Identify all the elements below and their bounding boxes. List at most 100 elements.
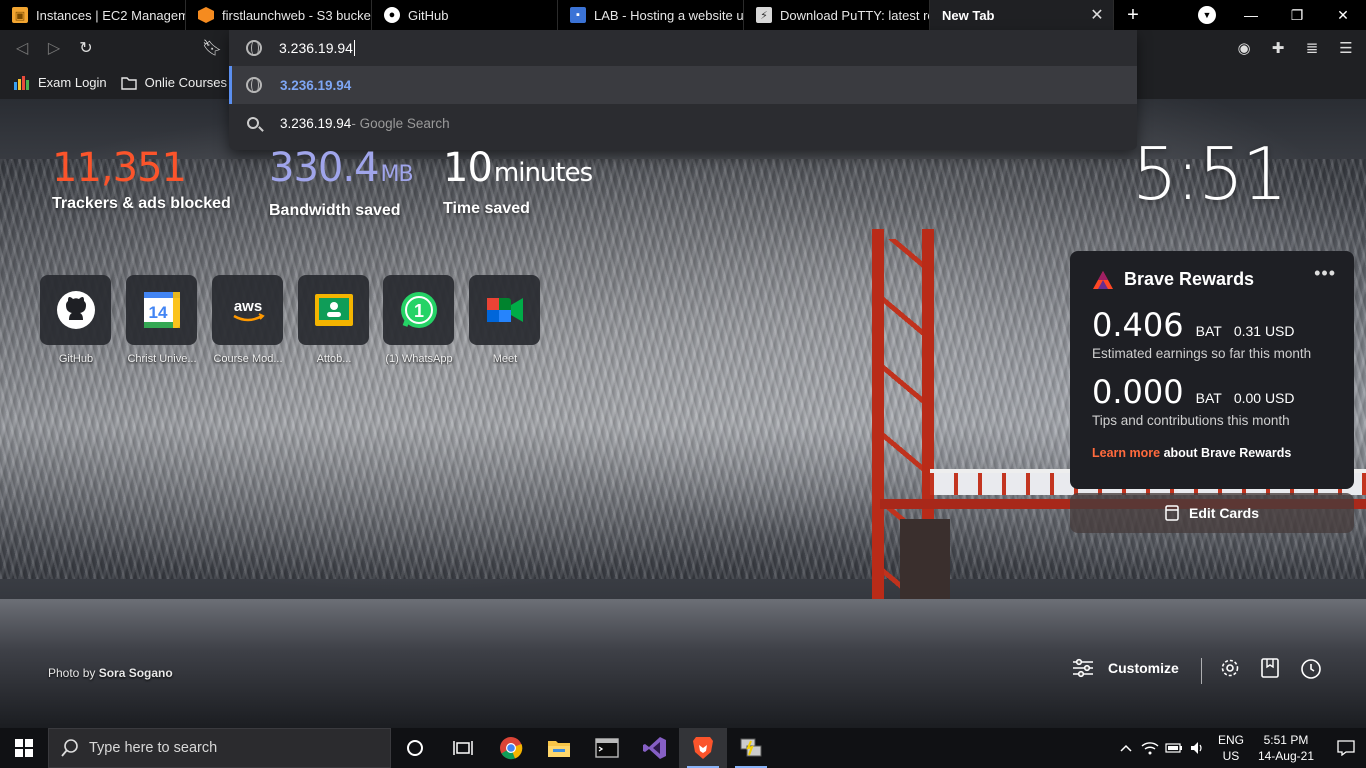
top-site-course-module[interactable]: aws Course Mod... bbox=[212, 275, 284, 365]
address-bar-dropdown: 3.236.19.94 3.236.19.94 3.236.19.94 - Go… bbox=[229, 30, 1137, 150]
brave-lion-icon bbox=[693, 737, 713, 759]
tab-github[interactable]: ● GitHub bbox=[372, 0, 558, 30]
top-site-tile[interactable]: 1 bbox=[383, 275, 454, 345]
top-site-classroom[interactable]: Attob... bbox=[298, 275, 370, 365]
tab-new-tab[interactable]: New Tab ✕ bbox=[930, 0, 1114, 30]
tab-search-chevron-icon[interactable]: ▼ bbox=[1198, 6, 1216, 24]
bridge-pier bbox=[900, 519, 950, 609]
putty-app[interactable] bbox=[727, 728, 775, 768]
tab-title: Instances | EC2 Management Console bbox=[36, 7, 185, 23]
address-bar-text: 3.236.19.94 bbox=[279, 40, 353, 56]
clock-date: 14-Aug-21 bbox=[1257, 749, 1314, 763]
bookmark-label: Onlie Courses bbox=[144, 75, 228, 90]
learn-more-link[interactable]: Learn more bbox=[1092, 446, 1160, 460]
task-view-button[interactable] bbox=[439, 728, 487, 768]
tab-title: LAB - Hosting a website using bbox=[594, 7, 743, 23]
chevron-up-icon[interactable] bbox=[1114, 744, 1138, 752]
minimize-icon[interactable]: — bbox=[1228, 0, 1274, 30]
top-site-tile[interactable] bbox=[298, 275, 369, 345]
aws-s3-icon bbox=[198, 7, 214, 23]
text-caret bbox=[353, 40, 355, 56]
time-unit: minutes bbox=[493, 158, 593, 188]
top-site-tile[interactable] bbox=[469, 275, 540, 345]
search-icon bbox=[61, 739, 78, 757]
github-icon bbox=[56, 291, 95, 329]
battery-icon[interactable] bbox=[1162, 742, 1186, 754]
tab-s3[interactable]: firstlaunchweb - S3 bucket bbox=[186, 0, 372, 30]
top-site-whatsapp[interactable]: 1 (1) WhatsApp bbox=[383, 275, 455, 365]
tab-lab[interactable]: ▪ LAB - Hosting a website using bbox=[558, 0, 744, 30]
wifi-icon[interactable] bbox=[1138, 741, 1162, 755]
notifications-icon[interactable] bbox=[1326, 740, 1366, 756]
suggestion-url[interactable]: 3.236.19.94 bbox=[229, 66, 1137, 104]
top-site-name: (1) WhatsApp bbox=[385, 353, 453, 365]
cortana-button[interactable] bbox=[391, 728, 439, 768]
volume-icon[interactable] bbox=[1186, 741, 1210, 755]
new-tab-button[interactable]: + bbox=[1114, 0, 1152, 30]
extensions-icon[interactable]: ✚ bbox=[1268, 38, 1288, 58]
bookmark-online-courses[interactable]: Onlie Courses bbox=[120, 75, 228, 90]
start-button[interactable] bbox=[0, 728, 48, 768]
close-window-icon[interactable]: ✕ bbox=[1320, 0, 1366, 30]
top-site-meet[interactable]: Meet bbox=[469, 275, 541, 365]
tab-ec2[interactable]: ▣ Instances | EC2 Management Console bbox=[0, 0, 186, 30]
earnings-row: 0.406 BAT 0.31 USD bbox=[1092, 306, 1332, 344]
photo-author[interactable]: Sora Sogano bbox=[99, 666, 173, 680]
top-site-github[interactable]: GitHub bbox=[40, 275, 112, 365]
visual-studio-app[interactable] bbox=[631, 728, 679, 768]
suggestion-text: 3.236.19.94 bbox=[280, 77, 352, 93]
history-button[interactable] bbox=[1300, 658, 1322, 680]
extension-avatar-icon[interactable]: ◉ bbox=[1234, 38, 1254, 58]
top-site-tile[interactable]: aws bbox=[212, 275, 283, 345]
menu-icon[interactable]: ☰ bbox=[1336, 38, 1356, 58]
tab-strip: ▣ Instances | EC2 Management Console fir… bbox=[0, 0, 1366, 30]
edit-cards-button[interactable]: Edit Cards bbox=[1070, 493, 1354, 533]
address-bar[interactable]: 3.236.19.94 bbox=[229, 30, 1137, 66]
learn-more-rest: about Brave Rewards bbox=[1160, 446, 1292, 460]
chrome-app[interactable] bbox=[487, 728, 535, 768]
tips-usd: 0.00 USD bbox=[1233, 390, 1295, 406]
system-clock[interactable]: 5:51 PM 14-Aug-21 bbox=[1258, 732, 1314, 764]
window-controls: — ❐ ✕ bbox=[1228, 0, 1366, 30]
google-calendar-icon: 14 bbox=[143, 292, 180, 328]
forward-icon[interactable]: ▷ bbox=[44, 38, 64, 58]
back-icon[interactable]: ◁ bbox=[12, 38, 32, 58]
tab-putty[interactable]: ⚡ Download PuTTY: latest release bbox=[744, 0, 930, 30]
windows-taskbar: Type here to search ENG US 5:51 PM 14-Au… bbox=[0, 728, 1366, 768]
close-tab-icon[interactable]: ✕ bbox=[1087, 5, 1107, 25]
svg-text:14: 14 bbox=[148, 303, 167, 322]
taskbar-search[interactable]: Type here to search bbox=[48, 728, 391, 768]
bookmarks-button[interactable] bbox=[1261, 658, 1279, 678]
tab-title: Download PuTTY: latest release bbox=[780, 7, 929, 23]
svg-text:aws: aws bbox=[233, 298, 261, 315]
aws-icon: aws bbox=[232, 298, 265, 322]
media-playlist-icon[interactable]: ≣ bbox=[1302, 38, 1322, 58]
top-site-christ[interactable]: 14 Christ Unive... bbox=[126, 275, 198, 365]
time-label: Time saved bbox=[443, 200, 530, 217]
top-site-name: Attob... bbox=[316, 353, 352, 365]
bandwidth-label: Bandwidth saved bbox=[269, 202, 401, 219]
bandwidth-value: 330.4 bbox=[269, 145, 380, 191]
chart-bars-icon bbox=[14, 75, 30, 90]
reload-icon[interactable]: ↻ bbox=[76, 38, 96, 58]
tips-desc: Tips and contributions this month bbox=[1092, 413, 1290, 428]
terminal-icon bbox=[595, 738, 619, 758]
more-options-icon[interactable]: ••• bbox=[1314, 263, 1336, 284]
brave-app[interactable] bbox=[679, 728, 727, 768]
search-icon bbox=[247, 117, 259, 129]
settings-button[interactable] bbox=[1220, 658, 1240, 678]
bookmark-exam-login[interactable]: Exam Login bbox=[14, 75, 107, 90]
globe-icon bbox=[246, 40, 262, 56]
top-site-tile[interactable]: 14 bbox=[126, 275, 197, 345]
top-site-tile[interactable] bbox=[40, 275, 111, 345]
customize-button[interactable]: Customize bbox=[1072, 658, 1179, 678]
chrome-icon bbox=[500, 737, 523, 760]
suggestion-search[interactable]: 3.236.19.94 - Google Search bbox=[229, 104, 1137, 142]
restore-icon[interactable]: ❐ bbox=[1274, 0, 1320, 30]
stat-bandwidth: 330.4MB Bandwidth saved bbox=[269, 145, 414, 220]
terminal-app[interactable] bbox=[583, 728, 631, 768]
bookmark-icon[interactable]: 🔖︎ bbox=[202, 38, 222, 58]
language-indicator[interactable]: ENG US bbox=[1218, 732, 1244, 764]
google-meet-icon bbox=[486, 298, 523, 322]
file-explorer-app[interactable] bbox=[535, 728, 583, 768]
